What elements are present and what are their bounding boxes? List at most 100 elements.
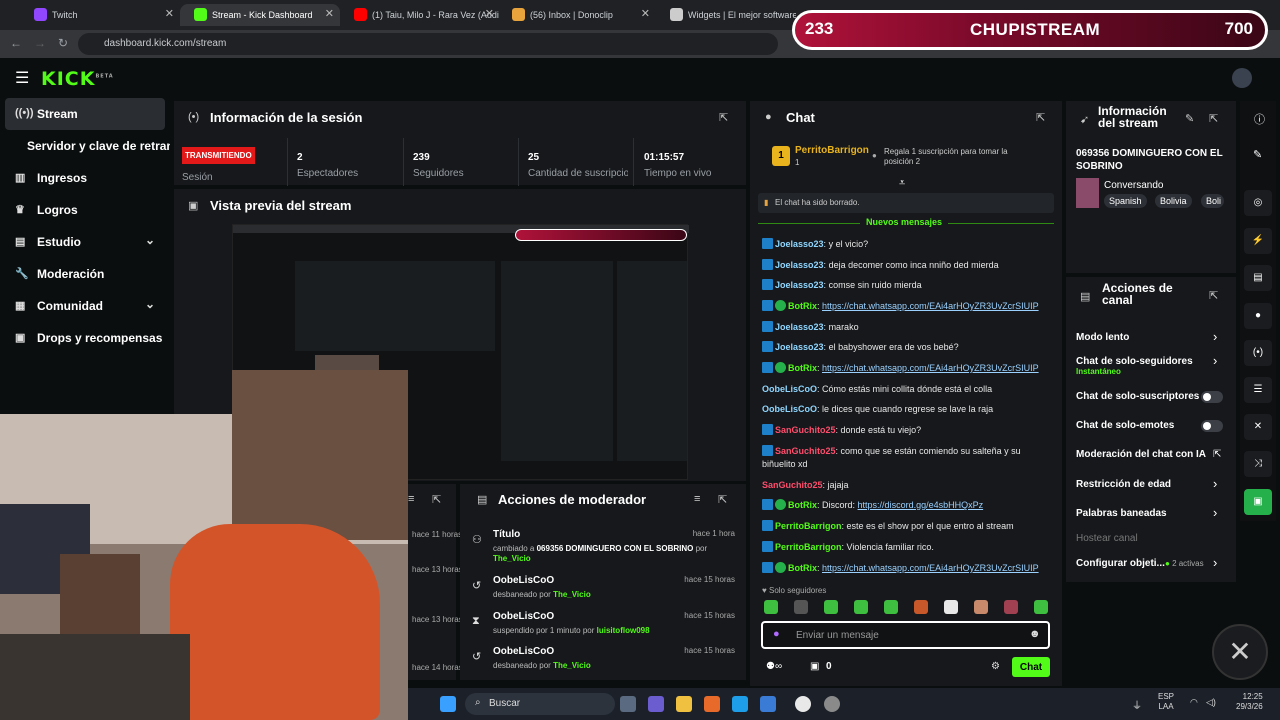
chat-link[interactable]: https://chat.whatsapp.com/EAi4arHOyZR3Uv…: [822, 563, 1039, 573]
chat-username[interactable]: Joelasso23: [775, 322, 824, 332]
send-chat-button[interactable]: Chat: [1012, 657, 1050, 677]
popout-icon[interactable]: ⇱: [432, 493, 441, 506]
sidebar-item-stream[interactable]: ((•)) Stream: [5, 98, 165, 130]
clock[interactable]: 12:25 29/3/26: [1236, 692, 1263, 712]
chat-username[interactable]: Joelasso23: [775, 342, 824, 352]
rail-button-8[interactable]: ⤨: [1244, 451, 1272, 477]
emote-icon[interactable]: [884, 600, 898, 614]
collapse-icon[interactable]: ⩡: [899, 177, 905, 190]
emote-icon[interactable]: [1034, 600, 1048, 614]
close-tab-icon[interactable]: ✕: [485, 7, 494, 20]
chat-username[interactable]: OobeLisCoO: [762, 384, 817, 394]
back-icon[interactable]: ←: [10, 36, 22, 50]
volume-icon[interactable]: ◁): [1206, 697, 1216, 708]
emote-icon[interactable]: [914, 600, 928, 614]
chat-username[interactable]: Joelasso23: [775, 260, 824, 270]
wifi-icon[interactable]: ◠: [1190, 697, 1198, 708]
sidebar-item-estudio[interactable]: ▤ Estudio ⌄: [5, 226, 165, 258]
chat-link[interactable]: https://discord.gg/e4sbHHQxPz: [858, 500, 984, 510]
chat-username[interactable]: BotRix: [788, 563, 817, 573]
firefox-icon[interactable]: [704, 696, 720, 712]
tab-twitch[interactable]: Twitch ✕: [20, 4, 180, 26]
sidebar-item-drops[interactable]: ▣ Drops y recompensas: [5, 322, 165, 354]
emote-icon[interactable]: [944, 600, 958, 614]
close-tab-icon[interactable]: ✕: [325, 7, 334, 20]
sidebar-item-comunidad[interactable]: ▦ Comunidad ⌄: [5, 290, 165, 322]
chat-input[interactable]: ● Enviar un mensaje ☻: [761, 621, 1050, 649]
rail-button-3[interactable]: ▤: [1244, 265, 1272, 291]
chat-username[interactable]: BotRix: [788, 301, 817, 311]
edit-pencil-icon[interactable]: ✎: [1253, 148, 1262, 161]
sidebar-item-moderacion[interactable]: 🔧 Moderación: [5, 258, 165, 290]
language-indicator[interactable]: ESP LAA: [1158, 692, 1174, 712]
close-tab-icon[interactable]: ✕: [165, 7, 174, 20]
task-view-icon[interactable]: [620, 696, 636, 712]
rail-button-7[interactable]: ✕: [1244, 414, 1272, 440]
filter-icon[interactable]: ≡: [408, 493, 414, 505]
filter-icon[interactable]: ≡: [694, 493, 700, 505]
emote-icon[interactable]: [824, 600, 838, 614]
sidebar-item-ingresos[interactable]: ▥ Ingresos: [5, 162, 165, 194]
edit-pencil-icon[interactable]: ✎: [1185, 112, 1194, 125]
tab-donoclip[interactable]: (56) Inbox | Donoclip ✕: [498, 4, 656, 26]
tag-chip[interactable]: Bolivia: [1155, 194, 1192, 208]
top-gifter-name[interactable]: PerritoBarrigon: [795, 145, 869, 156]
chat-username[interactable]: OobeLisCoO: [762, 404, 817, 414]
popout-icon[interactable]: ⇱: [1036, 111, 1045, 124]
emote-icon[interactable]: [1004, 600, 1018, 614]
microphone-icon[interactable]: ●: [773, 628, 780, 640]
chat-username[interactable]: BotRix: [788, 500, 817, 510]
reload-icon[interactable]: ↻: [58, 36, 68, 50]
popout-icon[interactable]: ⇱: [1209, 289, 1218, 302]
info-icon[interactable]: ⓘ: [1254, 111, 1265, 127]
taskbar-search[interactable]: ⌕ Buscar: [465, 693, 615, 715]
chat-username[interactable]: BotRix: [788, 363, 817, 373]
edge-icon[interactable]: [732, 696, 748, 712]
rail-button-1[interactable]: ◎: [1244, 190, 1272, 216]
url-field[interactable]: dashboard.kick.com/stream: [78, 33, 778, 55]
microphone-icon[interactable]: ⏚: [1132, 697, 1142, 712]
gift-prompt[interactable]: Regala 1 suscripción para tomar la posic…: [884, 147, 1034, 167]
sidebar-item-server-key[interactable]: Servidor y clave de retransmisión: [5, 130, 170, 162]
rail-button-4[interactable]: ●: [1244, 303, 1272, 329]
tag-chip[interactable]: Spanish: [1104, 194, 1147, 208]
sidebar-item-logros[interactable]: ♛ Logros: [5, 194, 165, 226]
chat-username[interactable]: SanGuchito25: [775, 446, 836, 456]
chat-username[interactable]: Joelasso23: [775, 280, 824, 290]
kick-logo[interactable]: KICKBETA: [41, 68, 114, 90]
chat-username[interactable]: PerritoBarrigon: [775, 542, 842, 552]
settings-gear-icon[interactable]: ⚙: [991, 661, 1000, 672]
close-tab-icon[interactable]: ✕: [641, 7, 650, 20]
emote-icon[interactable]: [794, 600, 808, 614]
emote-icon[interactable]: [854, 600, 868, 614]
tab-youtube[interactable]: (1) Taiu, Milo J - Rara Vez (Audi ✕: [340, 4, 500, 26]
tab-widgets[interactable]: Widgets | El mejor software pa: [656, 4, 796, 26]
toggle-switch[interactable]: [1201, 391, 1223, 403]
tag-chip[interactable]: Boli: [1201, 194, 1224, 208]
chat-link[interactable]: https://chat.whatsapp.com/EAi4arHOyZR3Uv…: [822, 363, 1039, 373]
emote-icon[interactable]: [974, 600, 988, 614]
popout-icon[interactable]: ⇱: [719, 111, 728, 124]
forward-icon[interactable]: →: [34, 36, 46, 50]
rail-button-9[interactable]: ▣: [1244, 489, 1272, 515]
category-name[interactable]: Conversando: [1104, 180, 1163, 191]
chat-link[interactable]: https://chat.whatsapp.com/EAi4arHOyZR3Uv…: [822, 301, 1039, 311]
popout-icon[interactable]: ⇱: [1209, 112, 1218, 125]
tab-kick-dashboard[interactable]: Stream - Kick Dashboard ✕: [180, 4, 340, 26]
chat-username[interactable]: SanGuchito25: [775, 425, 836, 435]
rail-button-5[interactable]: (•): [1244, 340, 1272, 366]
toggle-switch[interactable]: [1201, 420, 1223, 432]
chat-username[interactable]: SanGuchito25: [762, 480, 823, 490]
rail-button-2[interactable]: ⚡: [1244, 228, 1272, 254]
store-icon[interactable]: [760, 696, 776, 712]
emote-icon[interactable]: [764, 600, 778, 614]
chat-username[interactable]: Joelasso23: [775, 239, 824, 249]
teams-icon[interactable]: [648, 696, 664, 712]
file-explorer-icon[interactable]: [676, 696, 692, 712]
emoji-icon[interactable]: ☻: [1029, 628, 1041, 640]
avatar[interactable]: [1232, 68, 1252, 88]
chrome-icon[interactable]: [795, 696, 811, 712]
rail-button-6[interactable]: ☰: [1244, 377, 1272, 403]
menu-icon[interactable]: ☰: [15, 68, 29, 88]
popout-icon[interactable]: ⇱: [718, 493, 727, 506]
